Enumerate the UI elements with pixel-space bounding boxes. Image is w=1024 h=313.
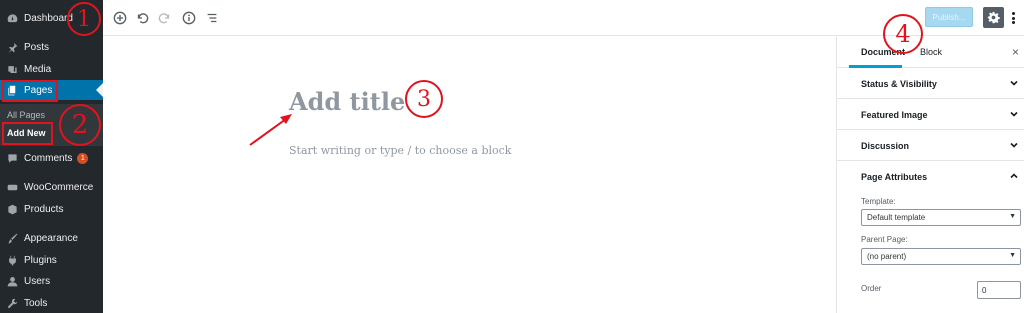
title-input[interactable]: Add title	[289, 87, 405, 116]
parent-page-select[interactable]: (no parent) ▼	[861, 248, 1021, 265]
annotation-arrow	[249, 114, 292, 146]
wordpress-editor: Dashboard Posts Media Pages All Pages Ad…	[0, 0, 1024, 313]
annotation-circle-1: 1	[67, 2, 101, 36]
outline-button[interactable]	[204, 10, 220, 26]
more-menu-button[interactable]	[1008, 9, 1018, 27]
box-icon	[6, 203, 18, 215]
section-title: Page Attributes	[861, 172, 928, 182]
sidebar-item-label: Posts	[24, 41, 50, 53]
settings-sidebar: Document Block × Status & Visibility Fea…	[836, 37, 1024, 313]
section-discussion[interactable]: Discussion	[837, 130, 1024, 161]
user-icon	[6, 275, 18, 287]
info-button[interactable]	[181, 10, 197, 26]
dashboard-icon	[6, 12, 18, 24]
sidebar-item-woocommerce[interactable]: WooCommerce	[0, 177, 103, 197]
close-icon[interactable]: ×	[1012, 45, 1019, 59]
redo-button[interactable]	[157, 10, 173, 26]
add-block-button[interactable]	[112, 10, 128, 26]
annotation-circle-4: 4	[883, 14, 923, 54]
more-icon	[1011, 12, 1015, 15]
annotation-circle-2: 2	[59, 104, 101, 146]
redo-icon	[158, 11, 172, 25]
annotation-box-add-new	[2, 122, 53, 145]
section-title: Discussion	[861, 141, 910, 151]
sidebar-item-label: Dashboard	[24, 12, 73, 24]
section-status-visibility[interactable]: Status & Visibility	[837, 68, 1024, 99]
sidebar-item-label: WooCommerce	[24, 181, 94, 193]
plug-icon	[6, 254, 18, 266]
annotation-box-pages	[2, 80, 58, 102]
template-value: Default template	[867, 213, 926, 222]
section-page-attributes[interactable]: Page Attributes	[837, 161, 1024, 192]
comment-icon	[6, 152, 18, 164]
section-title: Status & Visibility	[861, 79, 937, 89]
sidebar-item-appearance[interactable]: Appearance	[0, 228, 103, 248]
sidebar-item-label: Appearance	[24, 232, 78, 244]
order-input[interactable]	[977, 281, 1021, 299]
sidebar-item-label: Comments	[24, 152, 73, 164]
wrench-icon	[6, 297, 18, 309]
template-select[interactable]: Default template ▼	[861, 209, 1021, 226]
parent-page-label: Parent Page:	[861, 235, 908, 244]
section-title: Featured Image	[861, 110, 928, 120]
submenu-all-pages[interactable]: All Pages	[7, 110, 45, 120]
chevron-down-icon	[1009, 78, 1019, 88]
dropdown-caret-icon: ▼	[1009, 213, 1016, 220]
editor-canvas: Add title Start writing or type / to cho…	[103, 37, 836, 313]
undo-button[interactable]	[134, 10, 150, 26]
order-label: Order	[861, 284, 882, 293]
gear-icon	[987, 11, 1000, 24]
outline-icon	[205, 11, 219, 25]
pin-icon	[6, 41, 18, 53]
sidebar-item-label: Media	[24, 63, 52, 75]
annotation-circle-3: 3	[405, 80, 443, 118]
template-label: Template:	[861, 197, 896, 206]
sidebar-item-products[interactable]: Products	[0, 199, 103, 219]
add-block-icon	[113, 11, 127, 25]
chevron-down-icon	[1009, 140, 1019, 150]
sidebar-item-label: Products	[24, 203, 64, 215]
chevron-down-icon	[1009, 109, 1019, 119]
sidebar-item-plugins[interactable]: Plugins	[0, 250, 103, 270]
sidebar-item-tools[interactable]: Tools	[0, 293, 103, 313]
block-appender[interactable]: Start writing or type / to choose a bloc…	[289, 144, 511, 157]
admin-sidebar: Dashboard Posts Media Pages All Pages Ad…	[0, 0, 103, 313]
panel-tabs: Document Block ×	[837, 37, 1024, 68]
active-menu-indicator	[96, 83, 103, 97]
chevron-up-icon	[1009, 171, 1019, 181]
woocommerce-icon	[6, 181, 18, 193]
publish-button[interactable]: Publish...	[925, 7, 973, 27]
sidebar-item-label: Users	[24, 275, 51, 287]
brush-icon	[6, 232, 18, 244]
sidebar-item-label: Tools	[24, 297, 48, 309]
media-icon	[6, 63, 18, 75]
tab-block[interactable]: Block	[920, 47, 942, 57]
settings-button[interactable]	[983, 7, 1004, 28]
sidebar-item-users[interactable]: Users	[0, 271, 103, 291]
parent-page-value: (no parent)	[867, 252, 907, 261]
sidebar-item-media[interactable]: Media	[0, 59, 103, 79]
dropdown-caret-icon: ▼	[1009, 252, 1016, 259]
sidebar-item-comments[interactable]: Comments 1	[0, 148, 103, 168]
sidebar-item-label: Plugins	[24, 254, 57, 266]
info-icon	[182, 11, 196, 25]
undo-icon	[135, 11, 149, 25]
section-featured-image[interactable]: Featured Image	[837, 99, 1024, 130]
comment-count-badge: 1	[77, 152, 89, 164]
sidebar-item-posts[interactable]: Posts	[0, 37, 103, 57]
